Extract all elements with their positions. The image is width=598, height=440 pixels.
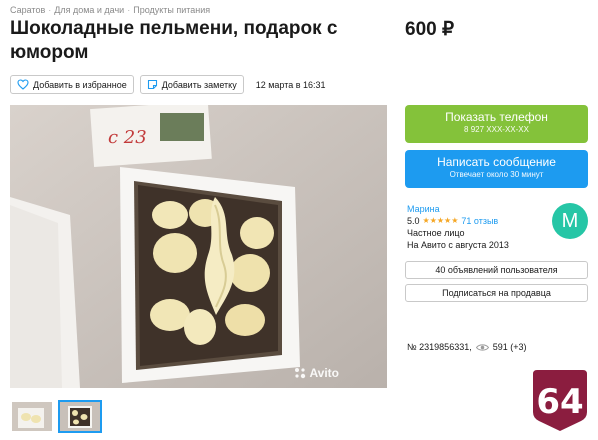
product-photo-image: с 23 [10,105,387,388]
avito-watermark: Avito [294,366,339,380]
avatar[interactable]: М [552,203,588,239]
item-actions: Добавить в избранное Добавить заметку 12… [10,75,326,94]
breadcrumb-category[interactable]: Для дома и дачи [54,5,124,15]
reviews-link[interactable]: 71 отзыв [461,215,498,227]
add-favorite-label: Добавить в избранное [33,79,127,90]
phone-number-masked: 8 927 XXX-XX-XX [464,125,529,134]
ad-number: № 2319856331, [407,342,472,352]
thumbnail-1[interactable] [10,400,54,433]
thumbnail-image [60,402,100,431]
breadcrumb-separator: · [48,5,52,15]
rating-stars-icon: ★★★★★ [422,216,459,225]
seller-ads-button[interactable]: 40 объявлений пользователя [405,261,588,279]
svg-text:с 23: с 23 [108,127,147,148]
region-badge-text: 64 [536,382,583,422]
subscribe-seller-label: Подписаться на продавца [442,288,551,298]
add-note-button[interactable]: Добавить заметку [139,75,244,94]
write-message-button[interactable]: Написать сообщение Отвечает около 30 мин… [405,150,588,188]
add-favorite-button[interactable]: Добавить в избранное [10,75,134,94]
seller-info: Марина 5.0 ★★★★★ 71 отзыв Частное лицо Н… [407,203,509,251]
seller-name[interactable]: Марина [407,203,509,215]
seller-type: Частное лицо [407,228,465,238]
photo-thumbnails [10,400,102,433]
show-phone-button[interactable]: Показать телефон 8 927 XXX-XX-XX [405,105,588,143]
avito-logo-icon [295,368,306,379]
add-note-label: Добавить заметку [161,79,237,90]
write-message-label: Написать сообщение [437,155,556,169]
response-time: Отвечает около 30 минут [449,170,544,179]
subscribe-seller-button[interactable]: Подписаться на продавца [405,284,588,302]
thumbnail-image [12,402,52,431]
region-64-badge: 64 [533,370,587,431]
breadcrumb-city[interactable]: Саратов [10,5,45,15]
thumbnail-2[interactable] [58,400,102,433]
breadcrumb: Саратов · Для дома и дачи · Продукты питания [10,5,210,15]
seller-since: На Авито с августа 2013 [407,240,509,250]
main-photo[interactable]: с 23 Avito [10,105,387,388]
views-count: 591 (+3) [492,342,527,352]
heart-icon [17,79,29,90]
watermark-text: Avito [309,366,339,380]
price: 600 ₽ [405,19,455,40]
avatar-letter: М [561,209,579,232]
eye-icon [475,343,489,351]
note-icon [147,79,157,90]
show-phone-label: Показать телефон [445,110,548,124]
page-title: Шоколадные пельмени, подарок с юмором [10,18,338,63]
rating-value: 5.0 [407,216,420,226]
seller-rating: 5.0 ★★★★★ 71 отзыв [407,215,509,227]
publish-date: 12 марта в 16:31 [255,79,326,90]
breadcrumb-subcategory[interactable]: Продукты питания [133,5,210,15]
seller-ads-label: 40 объявлений пользователя [435,265,558,275]
breadcrumb-separator: · [127,5,131,15]
ad-stats: № 2319856331, 591 (+3) [407,342,527,352]
